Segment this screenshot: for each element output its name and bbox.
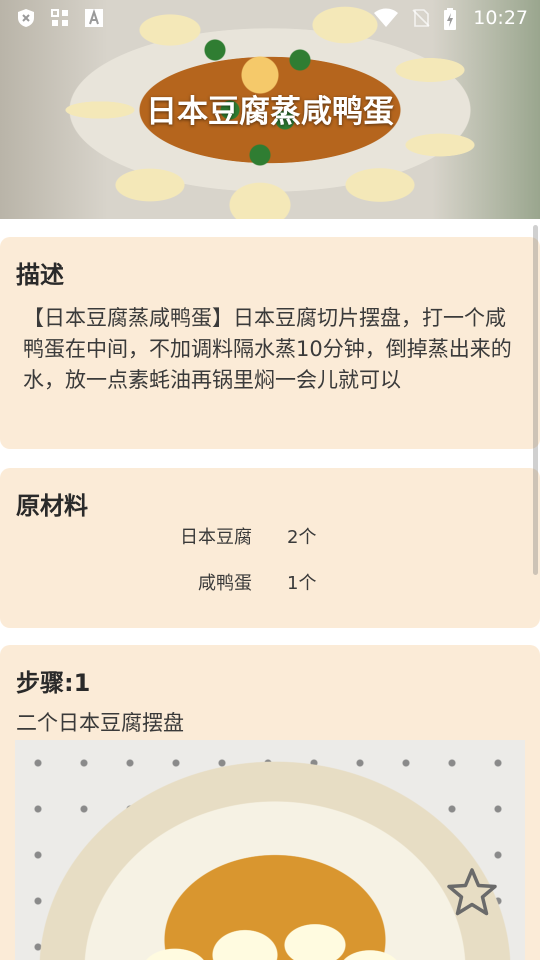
status-time: 10:27 (473, 7, 528, 29)
battery-charging-icon (443, 8, 457, 30)
description-heading: 描述 (16, 261, 64, 289)
ingredient-row: 日本豆腐 2个 (0, 523, 540, 553)
ingredient-qty: 2个 (287, 527, 317, 548)
step-text: 二个日本豆腐摆盘 (16, 711, 184, 735)
scrollbar[interactable] (533, 225, 538, 575)
font-a-icon (84, 8, 104, 28)
step-heading: 步骤:1 (16, 669, 91, 697)
ingredients-heading: 原材料 (16, 492, 88, 520)
description-text: 【日本豆腐蒸咸鸭蛋】日本豆腐切片摆盘，打一个咸鸭蛋在中间，不加调料隔水蒸10分钟… (23, 306, 512, 392)
wifi-icon (373, 8, 399, 28)
ingredient-qty: 1个 (287, 573, 317, 594)
shield-x-icon (16, 8, 36, 28)
no-sim-icon (411, 8, 431, 28)
ingredient-name: 咸鸭蛋 (198, 573, 252, 594)
ingredient-row: 咸鸭蛋 1个 (0, 569, 540, 599)
grid-icon (50, 8, 70, 28)
step-photo (15, 740, 525, 960)
ingredient-name: 日本豆腐 (180, 527, 252, 548)
description-card: 描述 【日本豆腐蒸咸鸭蛋】日本豆腐切片摆盘，打一个咸鸭蛋在中间，不加调料隔水蒸1… (0, 237, 540, 449)
recipe-title: 日本豆腐蒸咸鸭蛋 (146, 94, 394, 130)
star-outline-icon[interactable] (444, 865, 500, 921)
status-bar: 10:27 (0, 0, 540, 36)
ingredients-card: 原材料 日本豆腐 2个 咸鸭蛋 1个 (0, 468, 540, 628)
